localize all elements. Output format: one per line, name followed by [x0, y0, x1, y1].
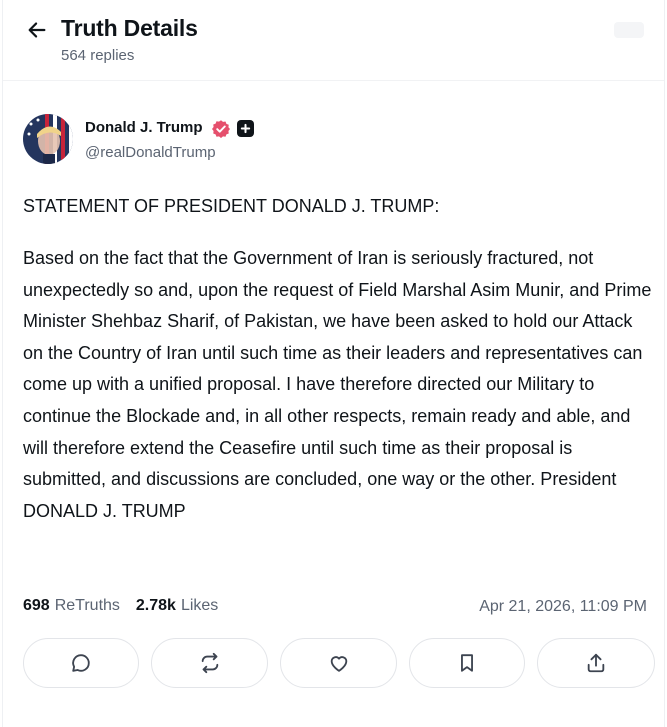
- likes-label: Likes: [180, 597, 219, 614]
- reply-count: 564 replies: [61, 47, 135, 64]
- share-button[interactable]: [537, 638, 655, 688]
- header-divider: [3, 80, 664, 81]
- header-placeholder: [614, 22, 644, 38]
- like-button[interactable]: [280, 638, 397, 688]
- retruth-icon: [201, 652, 218, 674]
- author-handle[interactable]: @realDonaldTrump: [85, 144, 216, 161]
- post-timestamp: Apr 21, 2026, 11:09 PM: [479, 598, 647, 615]
- verified-badge-icon: [211, 119, 231, 139]
- heart-icon: [330, 656, 347, 672]
- plus-badge-icon: [237, 120, 254, 137]
- bookmark-icon: [461, 654, 473, 672]
- reply-icon: [72, 654, 90, 672]
- author-name[interactable]: Donald J. Trump: [85, 119, 203, 136]
- avatar[interactable]: [23, 114, 73, 164]
- retruths-label: ReTruths: [54, 597, 120, 614]
- back-button[interactable]: [23, 16, 51, 44]
- retruth-button[interactable]: [151, 638, 268, 688]
- reply-button[interactable]: [23, 638, 139, 688]
- arrow-left-icon: [28, 22, 46, 38]
- action-bar: [23, 638, 655, 688]
- likes-count: 2.78k: [135, 597, 176, 614]
- post-heading: STATEMENT OF PRESIDENT DONALD J. TRUMP:: [23, 196, 440, 216]
- page-header: Truth Details 564 replies: [3, 0, 664, 80]
- share-icon: [587, 653, 605, 673]
- page-title: Truth Details: [61, 15, 198, 41]
- likes-stat[interactable]: 2.78k Likes: [136, 597, 218, 615]
- post-body: Based on the fact that the Government of…: [23, 248, 652, 521]
- post-stats: 698 ReTruths 2.78k Likes: [23, 597, 228, 615]
- retruths-count: 698: [23, 597, 50, 614]
- page-frame: Truth Details 564 replies Donald J. Trum…: [2, 0, 665, 727]
- bookmark-button[interactable]: [409, 638, 525, 688]
- retruths-stat[interactable]: 698 ReTruths: [23, 597, 120, 615]
